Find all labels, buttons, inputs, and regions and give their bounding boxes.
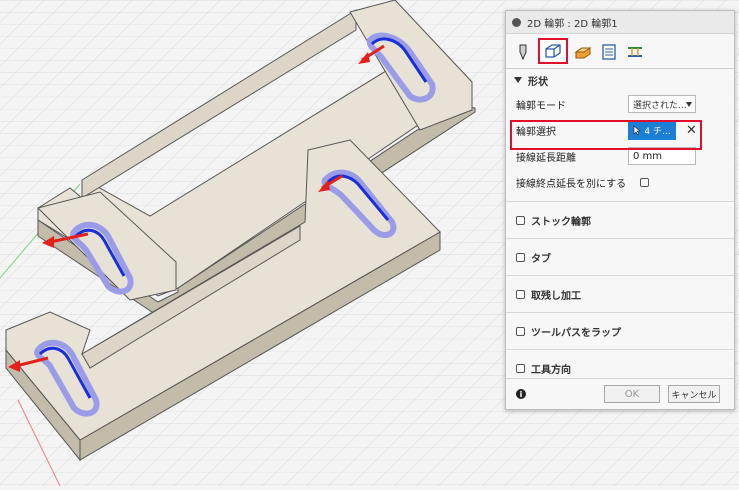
tab-tool[interactable] <box>512 40 534 64</box>
tab-geometry[interactable] <box>538 38 568 64</box>
section-geometry-title: 形状 <box>528 76 548 88</box>
contour-mode-value: 選択された... <box>633 100 687 111</box>
stock-contours-label: ストック輪郭 <box>531 216 591 228</box>
separate-tangent-checkbox[interactable] <box>640 177 649 187</box>
group-wrap-toolpath[interactable]: ツールパスをラップ <box>506 312 734 349</box>
collapse-dot-icon[interactable] <box>512 17 521 27</box>
tabs-label: タブ <box>531 253 551 265</box>
contour-2d-panel: 2D 輪郭 : 2D 輪郭1 形状 輪郭モード 選択された... 輪郭選択 4 … <box>505 10 735 410</box>
tangent-extension-label: 接線延長距離 <box>516 152 576 164</box>
row-contour-selection: 輪郭選択 4 チ... ✕ <box>506 117 734 143</box>
row-separate-tangent: 接線終点延長を別にする <box>506 169 734 195</box>
caret-down-icon <box>514 77 522 83</box>
rest-machining-checkbox[interactable] <box>516 289 525 299</box>
tool-icon <box>519 44 527 60</box>
passes-icon <box>602 44 616 60</box>
stock-contours-checkbox[interactable] <box>516 215 525 225</box>
tool-orientation-checkbox[interactable] <box>516 363 525 373</box>
section-geometry-header[interactable]: 形状 <box>506 69 734 91</box>
geometry-icon <box>545 44 561 58</box>
cursor-arrow-icon <box>634 125 642 135</box>
group-tabs[interactable]: タブ <box>506 238 734 275</box>
tool-orientation-label: 工具方向 <box>531 364 571 376</box>
contour-mode-label: 輪郭モード <box>516 100 566 112</box>
wrap-toolpath-checkbox[interactable] <box>516 326 525 336</box>
cancel-button[interactable]: キャンセル <box>668 385 720 403</box>
ok-button[interactable]: OK <box>604 385 660 403</box>
separate-tangent-label: 接線終点延長を別にする <box>516 178 627 190</box>
panel-title: 2D 輪郭 : 2D 輪郭1 <box>527 18 618 30</box>
linking-icon <box>628 47 642 57</box>
tab-passes[interactable] <box>598 40 620 64</box>
group-stock-contours[interactable]: ストック輪郭 <box>506 201 734 238</box>
tabs-checkbox[interactable] <box>516 252 525 262</box>
rest-machining-label: 取残し加工 <box>531 290 581 302</box>
dropdown-arrow-icon <box>686 102 692 107</box>
group-rest-machining[interactable]: 取残し加工 <box>506 275 734 312</box>
tab-linking[interactable] <box>624 40 646 64</box>
panel-footer: i OK キャンセル <box>506 378 734 409</box>
row-contour-mode: 輪郭モード 選択された... <box>506 91 734 117</box>
info-icon[interactable]: i <box>516 389 526 399</box>
heights-icon <box>574 47 592 59</box>
contour-selection-label: 輪郭選択 <box>516 126 556 138</box>
panel-tabs <box>506 34 734 69</box>
contour-selection-button[interactable]: 4 チ... <box>628 120 676 140</box>
panel-title-bar: 2D 輪郭 : 2D 輪郭1 <box>506 11 734 34</box>
clear-selection-x-icon[interactable]: ✕ <box>686 123 697 138</box>
tab-heights[interactable] <box>572 40 594 64</box>
contour-selection-value: 4 チ... <box>644 126 671 137</box>
row-tangent-extension: 接線延長距離 0 mm <box>506 143 734 169</box>
contour-mode-select[interactable]: 選択された... <box>628 95 696 113</box>
wrap-toolpath-label: ツールパスをラップ <box>531 327 621 339</box>
tangent-extension-input[interactable]: 0 mm <box>628 147 696 165</box>
tangent-extension-value: 0 mm <box>633 150 663 162</box>
